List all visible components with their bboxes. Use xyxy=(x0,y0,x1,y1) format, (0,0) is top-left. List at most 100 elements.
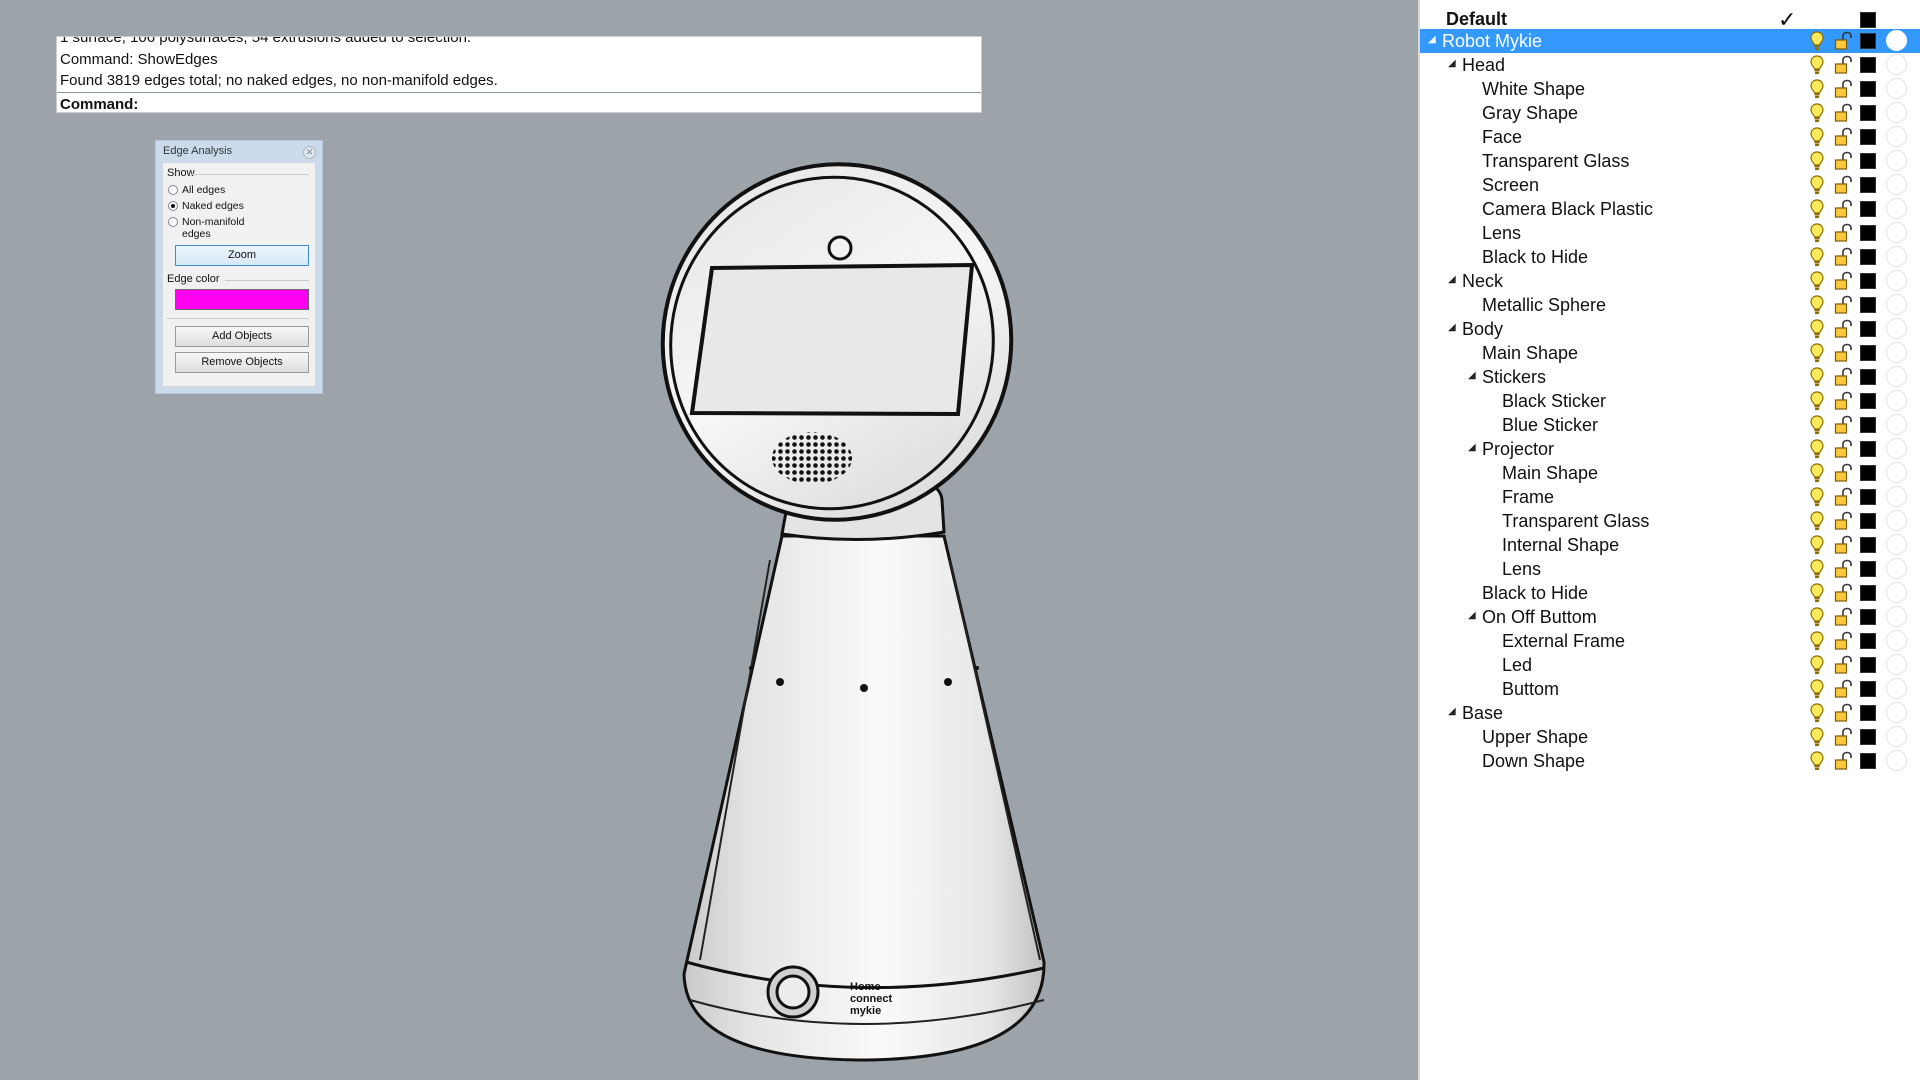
layer-row[interactable]: ◢ Robot Mykie xyxy=(1420,29,1920,53)
layer-row[interactable]: ◢ Body xyxy=(1420,317,1920,341)
visibility-bulb-icon[interactable] xyxy=(1810,271,1824,291)
layer-color-swatch[interactable] xyxy=(1860,57,1876,73)
layer-row[interactable]: Lens xyxy=(1420,221,1920,245)
material-circle-icon[interactable] xyxy=(1886,366,1907,387)
layer-color-swatch[interactable] xyxy=(1860,585,1876,601)
layer-color-swatch[interactable] xyxy=(1860,273,1876,289)
layer-row[interactable]: Buttom xyxy=(1420,677,1920,701)
unlock-icon[interactable] xyxy=(1834,343,1852,363)
visibility-bulb-icon[interactable] xyxy=(1810,343,1824,363)
visibility-bulb-icon[interactable] xyxy=(1810,655,1824,675)
material-circle-icon[interactable] xyxy=(1886,54,1907,75)
visibility-bulb-icon[interactable] xyxy=(1810,367,1824,387)
layer-row[interactable]: Screen xyxy=(1420,173,1920,197)
material-circle-icon[interactable] xyxy=(1886,606,1907,627)
visibility-bulb-icon[interactable] xyxy=(1810,79,1824,99)
material-circle-icon[interactable] xyxy=(1886,150,1907,171)
collapse-triangle-icon[interactable]: ◢ xyxy=(1448,706,1456,717)
radio-naked-edges[interactable]: Naked edges xyxy=(168,200,244,212)
collapse-triangle-icon[interactable]: ◢ xyxy=(1468,370,1476,381)
layer-row[interactable]: Internal Shape xyxy=(1420,533,1920,557)
layer-row[interactable]: Transparent Glass xyxy=(1420,149,1920,173)
unlock-icon[interactable] xyxy=(1834,607,1852,627)
layer-color-swatch[interactable] xyxy=(1860,537,1876,553)
layer-color-swatch[interactable] xyxy=(1860,729,1876,745)
material-circle-icon[interactable] xyxy=(1886,702,1907,723)
layer-color-swatch[interactable] xyxy=(1860,225,1876,241)
collapse-triangle-icon[interactable]: ◢ xyxy=(1448,322,1456,333)
material-circle-icon[interactable] xyxy=(1886,78,1907,99)
collapse-triangle-icon[interactable]: ◢ xyxy=(1448,274,1456,285)
unlock-icon[interactable] xyxy=(1834,487,1852,507)
layer-color-swatch[interactable] xyxy=(1860,201,1876,217)
material-circle-icon[interactable] xyxy=(1886,750,1907,771)
layer-row[interactable]: ◢ Stickers xyxy=(1420,365,1920,389)
visibility-bulb-icon[interactable] xyxy=(1810,127,1824,147)
layer-color-swatch[interactable] xyxy=(1860,561,1876,577)
unlock-icon[interactable] xyxy=(1834,175,1852,195)
material-circle-icon[interactable] xyxy=(1886,726,1907,747)
layer-row[interactable]: ◢ Base xyxy=(1420,701,1920,725)
visibility-bulb-icon[interactable] xyxy=(1810,727,1824,747)
unlock-icon[interactable] xyxy=(1834,319,1852,339)
visibility-bulb-icon[interactable] xyxy=(1810,511,1824,531)
close-icon[interactable]: ✕ xyxy=(303,146,316,159)
unlock-icon[interactable] xyxy=(1834,271,1852,291)
visibility-bulb-icon[interactable] xyxy=(1810,247,1824,267)
material-circle-icon[interactable] xyxy=(1886,270,1907,291)
layer-color-swatch[interactable] xyxy=(1860,345,1876,361)
visibility-bulb-icon[interactable] xyxy=(1810,151,1824,171)
material-circle-icon[interactable] xyxy=(1886,126,1907,147)
material-circle-icon[interactable] xyxy=(1886,654,1907,675)
material-circle-icon[interactable] xyxy=(1886,678,1907,699)
layer-row[interactable]: Transparent Glass xyxy=(1420,509,1920,533)
unlock-icon[interactable] xyxy=(1834,247,1852,267)
unlock-icon[interactable] xyxy=(1834,199,1852,219)
layer-row[interactable]: Face xyxy=(1420,125,1920,149)
layer-color-swatch[interactable] xyxy=(1860,33,1876,49)
layer-row[interactable]: ◢ Head xyxy=(1420,53,1920,77)
unlock-icon[interactable] xyxy=(1834,511,1852,531)
layer-color-swatch[interactable] xyxy=(1860,153,1876,169)
radio-all-edges[interactable]: All edges xyxy=(168,184,225,196)
layer-color-swatch[interactable] xyxy=(1860,681,1876,697)
layer-color-swatch[interactable] xyxy=(1860,441,1876,457)
layer-color-swatch[interactable] xyxy=(1860,249,1876,265)
layer-row[interactable]: Upper Shape xyxy=(1420,725,1920,749)
layer-color-swatch[interactable] xyxy=(1860,321,1876,337)
visibility-bulb-icon[interactable] xyxy=(1810,583,1824,603)
material-circle-icon[interactable] xyxy=(1886,222,1907,243)
visibility-bulb-icon[interactable] xyxy=(1810,559,1824,579)
command-prompt[interactable]: Command: xyxy=(57,92,981,112)
collapse-triangle-icon[interactable]: ◢ xyxy=(1468,442,1476,453)
visibility-bulb-icon[interactable] xyxy=(1810,703,1824,723)
material-circle-icon[interactable] xyxy=(1886,510,1907,531)
layer-color-swatch[interactable] xyxy=(1860,633,1876,649)
layer-row[interactable]: Black to Hide xyxy=(1420,245,1920,269)
unlock-icon[interactable] xyxy=(1834,55,1852,75)
layer-row[interactable]: Gray Shape xyxy=(1420,101,1920,125)
layer-color-swatch[interactable] xyxy=(1860,297,1876,313)
layer-row[interactable]: Main Shape xyxy=(1420,461,1920,485)
layer-color-swatch[interactable] xyxy=(1860,753,1876,769)
layer-row[interactable]: Black to Hide xyxy=(1420,581,1920,605)
layer-row[interactable]: Lens xyxy=(1420,557,1920,581)
layer-row[interactable]: Camera Black Plastic xyxy=(1420,197,1920,221)
material-circle-icon[interactable] xyxy=(1886,390,1907,411)
visibility-bulb-icon[interactable] xyxy=(1810,223,1824,243)
unlock-icon[interactable] xyxy=(1834,751,1852,771)
visibility-bulb-icon[interactable] xyxy=(1810,631,1824,651)
material-circle-icon[interactable] xyxy=(1886,246,1907,267)
material-circle-icon[interactable] xyxy=(1886,438,1907,459)
visibility-bulb-icon[interactable] xyxy=(1810,751,1824,771)
visibility-bulb-icon[interactable] xyxy=(1810,415,1824,435)
layer-color-swatch[interactable] xyxy=(1860,81,1876,97)
layer-row[interactable]: White Shape xyxy=(1420,77,1920,101)
material-circle-icon[interactable] xyxy=(1886,102,1907,123)
layer-color-swatch[interactable] xyxy=(1860,465,1876,481)
unlock-icon[interactable] xyxy=(1834,295,1852,315)
layer-row[interactable]: Blue Sticker xyxy=(1420,413,1920,437)
layer-color-swatch[interactable] xyxy=(1860,489,1876,505)
unlock-icon[interactable] xyxy=(1834,391,1852,411)
layer-color-swatch[interactable] xyxy=(1860,513,1876,529)
